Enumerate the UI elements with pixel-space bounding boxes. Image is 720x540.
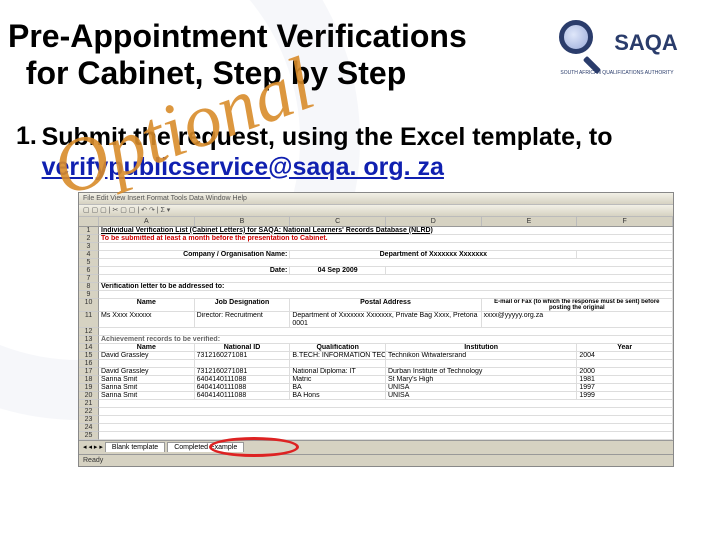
excel-column-headers: A B C D E F [79,217,673,227]
table-row: 17David Grassley7312160271081National Di… [79,368,673,376]
table-row: 23 [79,416,673,424]
table-row: 25 [79,432,673,440]
table-row: 19Sarina Smit6404140111088BAUNISA1997 [79,384,673,392]
date-value: 04 Sep 2009 [290,267,386,275]
logo-text: SAQA [614,32,678,54]
step-text: Submit the request, using the Excel temp… [42,122,702,182]
excel-screenshot: File Edit View Insert Format Tools Data … [78,192,674,467]
sheet-tabs: ◂ ◂ ▸ ▸ Blank template Completed Example [79,440,673,454]
submission-note: To be submitted at least a month before … [99,235,673,243]
table-row: 21 [79,400,673,408]
toolbar-icon: ▢ ▢ ▢ | ✂ ▢ ▢ | ↶ ↷ | Σ ▾ [83,206,170,214]
table-row: 22 [79,408,673,416]
table-row: 15David Grassley7312160271081B.TECH: INF… [79,352,673,360]
table-row: 18Sarina Smit6404140111088MatricSt Mary'… [79,376,673,384]
nav-arrows-icon[interactable]: ◂ ◂ ▸ ▸ [83,443,103,451]
excel-toolbar: ▢ ▢ ▢ | ✂ ▢ ▢ | ↶ ↷ | Σ ▾ [79,205,673,217]
table-row: 20Sarina Smit6404140111088BA HonsUNISA19… [79,392,673,400]
company-label: Company / Organisation Name: [99,251,290,259]
letter-label: Verification letter to be addressed to: [99,283,673,291]
tab-blank-template[interactable]: Blank template [105,442,165,452]
sheet-title: Individual Verification List (Cabinet Le… [99,227,673,235]
table-row: 16 [79,360,673,368]
excel-menubar: File Edit View Insert Format Tools Data … [79,193,673,205]
title-line1: Pre-Appointment Verifications [8,18,467,54]
excel-status-bar: Ready [79,454,673,466]
magnifying-glass-icon [556,18,606,68]
slide-title: Pre-Appointment Verifications for Cabine… [6,18,532,92]
saqa-logo: SAQA SOUTH AFRICAN QUALIFICATIONS AUTHOR… [532,18,702,76]
person-row: 11 Ms Xxxx Xxxxxx Director: Recruitment … [79,312,673,328]
step-number: 1. [16,122,42,182]
title-line2: for Cabinet, Step by Step [26,55,406,91]
verify-email-link[interactable]: verifypublicservice@saqa. org. za [42,153,444,181]
red-circle-annotation [209,437,299,457]
achievements-label: Achievement records to be verified: [99,336,673,344]
table-row: 24 [79,424,673,432]
dept-value: Department of Xxxxxxx Xxxxxxx [290,251,577,259]
date-label: Date: [99,267,290,275]
logo-subtext: SOUTH AFRICAN QUALIFICATIONS AUTHORITY [560,70,673,76]
